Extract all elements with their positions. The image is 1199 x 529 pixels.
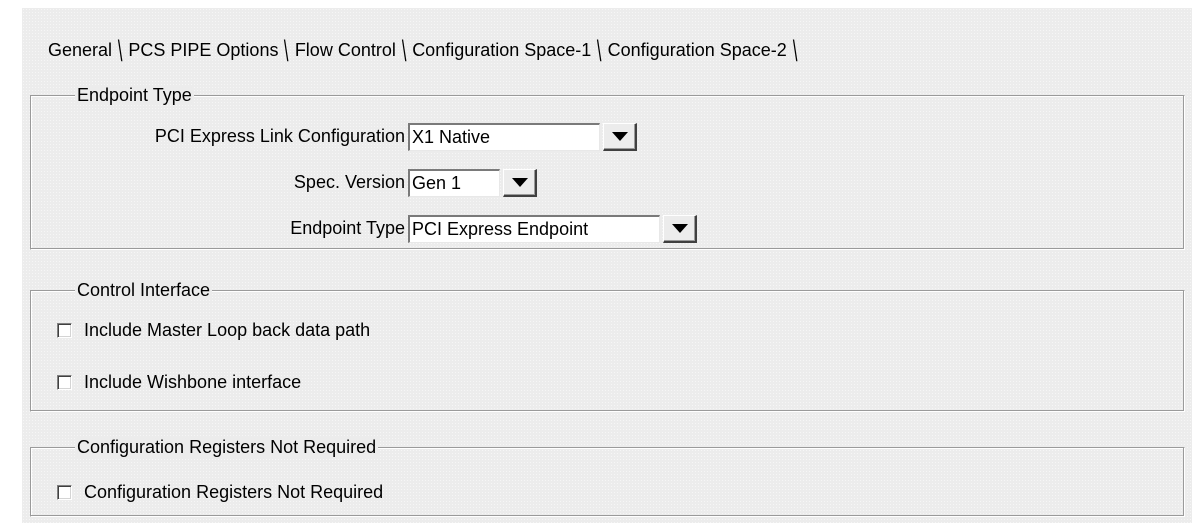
tab-separator: \	[284, 35, 289, 68]
tab-configuration-space-1[interactable]: Configuration Space-1	[410, 40, 593, 61]
endpoint-type-label: Endpoint Type	[290, 218, 405, 238]
master-loopback-label: Include Master Loop back data path	[84, 320, 371, 340]
config-not-required-option[interactable]: Configuration Registers Not Required	[57, 482, 383, 503]
control-interface-legend: Control Interface	[75, 280, 213, 300]
tab-separator: \	[117, 35, 123, 68]
config-registers-legend: Configuration Registers Not Required	[75, 437, 379, 457]
link-config-dropdown-button[interactable]	[603, 123, 637, 151]
chevron-down-icon	[612, 132, 628, 141]
link-config-label: PCI Express Link Configuration	[154, 126, 405, 146]
endpoint-type-select[interactable]: PCI Express Endpoint	[408, 215, 660, 243]
tab-separator: \	[401, 35, 407, 68]
endpoint-type-dropdown-button[interactable]	[663, 215, 697, 243]
config-not-required-label: Configuration Registers Not Required	[84, 482, 384, 502]
spec-version-label: Spec. Version	[293, 172, 405, 192]
control-interface-group: Control Interface Include Master Loop ba…	[30, 280, 1185, 412]
tab-separator: \	[792, 35, 798, 68]
master-loopback-checkbox[interactable]	[57, 323, 72, 338]
wishbone-label: Include Wishbone interface	[84, 372, 302, 392]
tab-pcs-pipe-options[interactable]: PCS PIPE Options	[126, 40, 280, 61]
endpoint-type-group: Endpoint Type PCI Express Link Configura…	[30, 85, 1185, 250]
spec-version-dropdown-button[interactable]	[503, 169, 537, 197]
tab-separator: \	[597, 35, 602, 68]
tab-general[interactable]: General	[46, 40, 114, 61]
chevron-down-icon	[512, 178, 528, 187]
tab-flow-control[interactable]: Flow Control	[293, 40, 398, 61]
chevron-down-icon	[672, 224, 688, 233]
config-registers-group: Configuration Registers Not Required Con…	[30, 437, 1185, 517]
link-config-select[interactable]: X1 Native	[408, 123, 600, 151]
config-not-required-checkbox[interactable]	[57, 485, 72, 500]
master-loopback-option[interactable]: Include Master Loop back data path	[57, 320, 370, 341]
wishbone-checkbox[interactable]	[57, 375, 72, 390]
endpoint-type-legend: Endpoint Type	[75, 85, 194, 105]
tab-strip: General \ PCS PIPE Options \ Flow Contro…	[46, 28, 801, 72]
spec-version-select[interactable]: Gen 1	[408, 169, 500, 197]
wishbone-option[interactable]: Include Wishbone interface	[57, 372, 301, 393]
tab-configuration-space-2[interactable]: Configuration Space-2	[606, 40, 789, 61]
